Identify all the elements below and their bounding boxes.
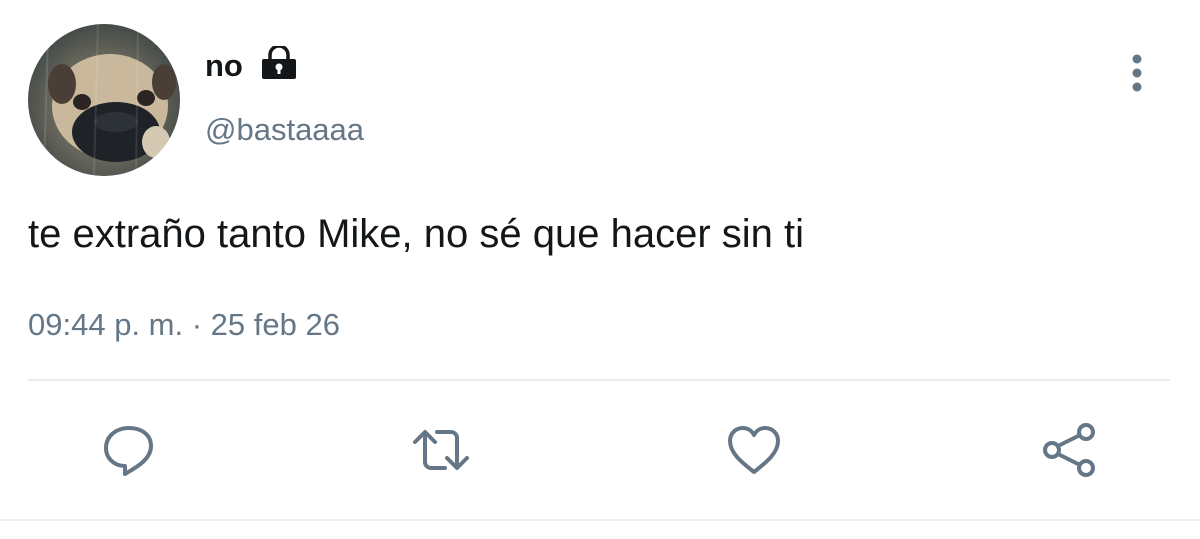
tweet-text: te extraño tanto Mike, no sé que hacer s… <box>28 212 804 256</box>
retweet-button[interactable] <box>411 420 471 480</box>
bottom-divider <box>0 519 1200 521</box>
avatar-pug-image <box>28 24 180 176</box>
heart-icon <box>728 426 780 474</box>
lock-icon <box>262 46 296 79</box>
timestamp-separator: · <box>191 307 203 342</box>
retweet-icon <box>413 430 469 470</box>
display-name[interactable]: no <box>205 48 243 84</box>
user-handle[interactable]: @bastaaaa <box>205 112 364 148</box>
reply-button[interactable] <box>99 420 159 480</box>
tweet-date: 25 feb 26 <box>210 307 340 342</box>
reply-icon <box>104 426 153 476</box>
divider <box>28 379 1170 381</box>
tweet-time: 09:44 p. m. <box>28 307 184 342</box>
share-icon <box>1043 423 1095 477</box>
share-button[interactable] <box>1040 420 1100 480</box>
more-vertical-icon[interactable] <box>1124 52 1150 94</box>
tweet-card: no @bastaaaa te extraño tanto Mike, no s… <box>0 0 1200 539</box>
tweet-timestamp: 09:44 p. m. · 25 feb 26 <box>28 307 340 343</box>
like-button[interactable] <box>724 420 784 480</box>
avatar[interactable] <box>28 24 180 176</box>
